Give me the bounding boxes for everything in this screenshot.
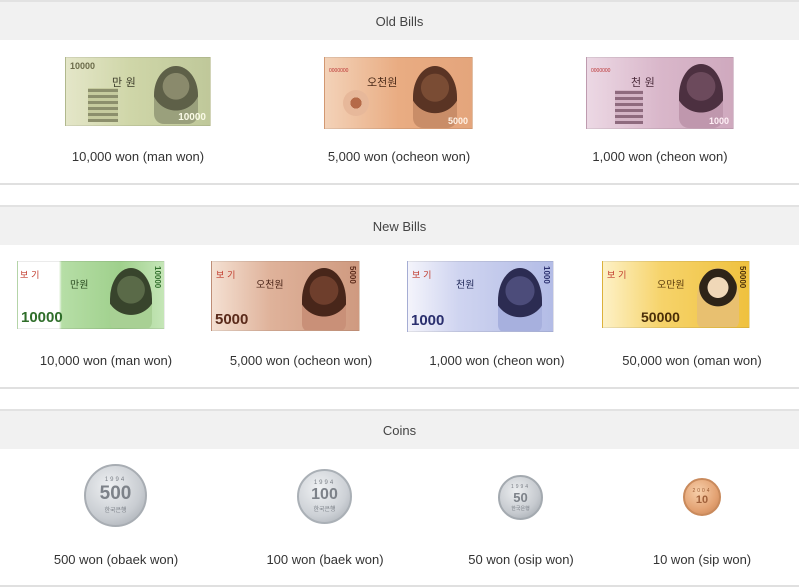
serial-number: 0000000 bbox=[591, 68, 611, 74]
coin-numeral: 500 bbox=[99, 483, 132, 504]
coin-caption: 10 won (sip won) bbox=[652, 552, 752, 567]
portrait-icon bbox=[498, 268, 542, 331]
bill-caption: 5,000 won (ocheon won) bbox=[327, 149, 471, 164]
portrait-icon bbox=[110, 268, 152, 328]
portrait-icon bbox=[302, 268, 346, 330]
bill-caption: 5,000 won (ocheon won) bbox=[229, 353, 373, 368]
banknote-image-old-10000: 10000 만 원 10000 bbox=[65, 57, 211, 126]
bill-caption: 10,000 won (man won) bbox=[39, 353, 173, 368]
section-header-new-bills: New Bills bbox=[0, 205, 799, 245]
coin-image-10: 2004 10 bbox=[683, 478, 721, 516]
bill-caption: 1,000 won (cheon won) bbox=[592, 149, 728, 164]
coin-korean-label: 한국은행 bbox=[313, 507, 336, 513]
coin-korean-label: 한국은행 bbox=[511, 505, 530, 512]
banknote-korean-label: 오만원 bbox=[657, 280, 685, 291]
portrait-icon bbox=[697, 268, 739, 327]
banknote-image-old-5000: 0000000 오천원 5000 bbox=[324, 57, 473, 129]
banknote-image-new-10000: 보 기 만원 10000 10000 bbox=[17, 261, 165, 329]
coin-numeral: 50 bbox=[513, 489, 528, 505]
coin-image-500: 1994 500 한국은행 bbox=[84, 464, 147, 527]
coin-image-50: 1994 50 한국은행 bbox=[498, 475, 543, 520]
banknote-numeral: 5000 bbox=[215, 311, 249, 328]
bogi-stamp: 보 기 bbox=[20, 271, 40, 281]
bill-caption: 1,000 won (cheon won) bbox=[429, 353, 565, 368]
bogi-stamp: 보 기 bbox=[607, 271, 627, 281]
coin-caption: 100 won (baek won) bbox=[266, 552, 384, 567]
section-header-coins: Coins bbox=[0, 409, 799, 449]
ornament-icon bbox=[343, 90, 369, 116]
bill-caption: 50,000 won (oman won) bbox=[622, 353, 762, 368]
banknote-korean-label: 천 원 bbox=[631, 76, 655, 89]
banknote-korean-label: 오천원 bbox=[256, 280, 284, 291]
coin-numeral: 10 bbox=[695, 494, 709, 506]
section-divider bbox=[0, 585, 799, 587]
banknote-image-old-1000: 0000000 천 원 1000 bbox=[586, 57, 734, 129]
banknote-numeral: 10000 bbox=[70, 61, 96, 71]
banknote-numeral-corner: 10000 bbox=[178, 112, 206, 123]
banknote-numeral-corner: 5000 bbox=[447, 116, 468, 126]
bogi-stamp: 보 기 bbox=[412, 271, 432, 281]
banknote-numeral: 50000 bbox=[641, 309, 680, 325]
coin-caption: 500 won (obaek won) bbox=[53, 552, 179, 567]
banknote-korean-label: 오천원 bbox=[367, 76, 398, 89]
banknote-korean-label: 천원 bbox=[456, 280, 475, 291]
banknote-image-new-5000: 보 기 오천원 5000 5000 bbox=[211, 261, 360, 331]
section-title: Coins bbox=[382, 422, 417, 438]
serial-number: 0000000 bbox=[329, 68, 349, 74]
bill-caption: 10,000 won (man won) bbox=[71, 149, 205, 164]
banknote-numeral-vertical: 50000 bbox=[738, 266, 747, 289]
section-divider bbox=[0, 183, 799, 185]
building-icon bbox=[88, 88, 118, 122]
section-divider bbox=[0, 387, 799, 389]
banknote-numeral: 10000 bbox=[21, 309, 63, 326]
banknote-numeral-vertical: 5000 bbox=[348, 266, 357, 284]
banknote-korean-label: 만원 bbox=[70, 280, 89, 291]
coin-numeral: 100 bbox=[311, 486, 338, 503]
banknote-numeral-vertical: 10000 bbox=[153, 266, 162, 289]
bogi-stamp: 보 기 bbox=[216, 271, 236, 281]
banknote-image-new-1000: 보 기 천원 1000 1000 bbox=[407, 261, 554, 332]
banknote-image-new-50000: 보 기 오만원 50000 50000 bbox=[602, 261, 750, 328]
section-title: Old Bills bbox=[375, 13, 424, 29]
coin-image-100: 1994 100 한국은행 bbox=[297, 469, 352, 524]
banknote-numeral-vertical: 1000 bbox=[542, 266, 551, 284]
banknote-numeral: 1000 bbox=[411, 312, 445, 329]
coin-korean-label: 한국은행 bbox=[104, 508, 127, 514]
building-icon bbox=[615, 90, 643, 124]
section-header-old-bills: Old Bills bbox=[0, 0, 799, 40]
section-title: New Bills bbox=[372, 218, 427, 234]
banknote-numeral-corner: 1000 bbox=[708, 116, 729, 126]
